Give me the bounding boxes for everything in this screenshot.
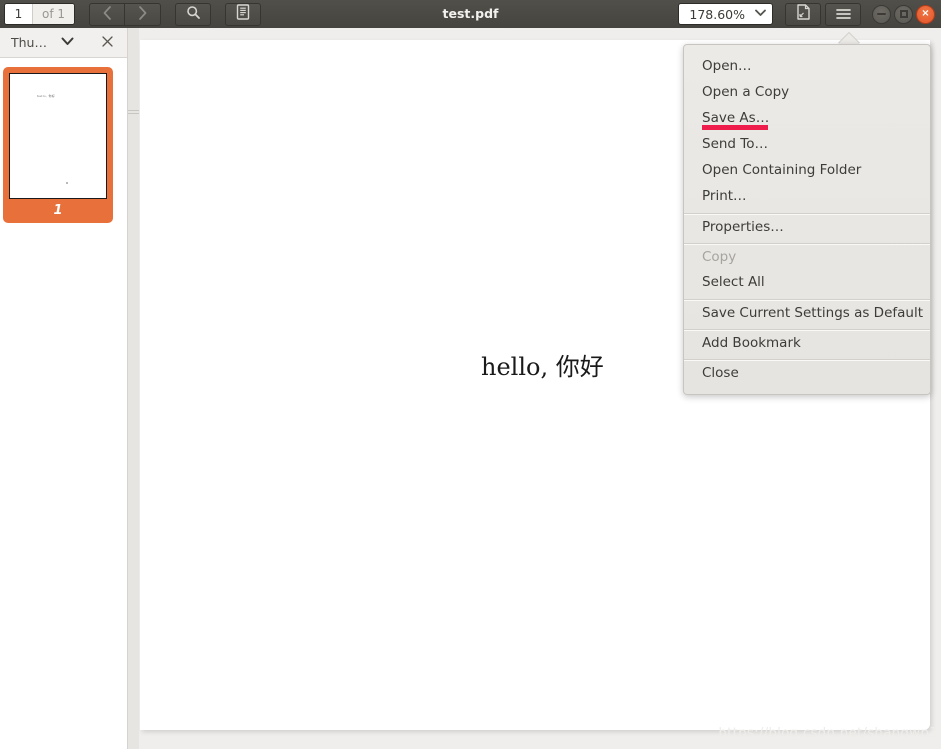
document-body-text: hello, 你好 bbox=[481, 353, 604, 381]
page-fit-icon bbox=[796, 4, 811, 24]
chevron-right-icon bbox=[138, 5, 147, 24]
menu-item-label: Send To… bbox=[702, 136, 769, 152]
menu-item-label: Open Containing Folder bbox=[702, 162, 862, 178]
search-button[interactable] bbox=[175, 2, 212, 26]
toolbar-right: 178.60% × bbox=[678, 0, 941, 28]
menu-item-open-containing-folder[interactable]: Open Containing Folder bbox=[684, 157, 930, 183]
save-as-annotation-underline bbox=[702, 125, 768, 130]
thumbnail-list: hello, 你好 1 bbox=[0, 58, 127, 223]
search-icon bbox=[186, 5, 201, 24]
menu-item-close[interactable]: Close bbox=[684, 359, 930, 385]
menu-item-add-bookmark[interactable]: Add Bookmark bbox=[684, 329, 930, 355]
view-mode-button[interactable] bbox=[785, 2, 821, 26]
menu-item-open-a-copy[interactable]: Open a Copy bbox=[684, 79, 930, 105]
page-number-input[interactable]: 1 bbox=[5, 4, 33, 24]
annotations-button[interactable] bbox=[225, 2, 262, 26]
menu-item-save-current-settings-as-default[interactable]: Save Current Settings as Default bbox=[684, 299, 930, 325]
minimize-icon bbox=[877, 13, 886, 15]
hamburger-menu-icon bbox=[835, 5, 851, 24]
sidebar: Thu… hello, 你好 1 bbox=[0, 28, 128, 749]
page-nav-buttons bbox=[89, 2, 162, 26]
menu-item-send-to[interactable]: Send To… bbox=[684, 131, 930, 157]
menu-item-label: Save Current Settings as Default bbox=[702, 305, 924, 321]
zoom-value: 178.60% bbox=[689, 6, 745, 22]
evince-window: 1 of 1 test.pdf 178.60% × Thu… hello, 你好… bbox=[0, 0, 941, 749]
sidebar-chevron-down-icon[interactable] bbox=[61, 37, 74, 49]
thumbnail-preview-mark bbox=[66, 182, 68, 184]
maximize-button[interactable] bbox=[894, 4, 913, 24]
splitter-grip-line-2 bbox=[128, 113, 139, 114]
thumbnail-preview-text: hello, 你好 bbox=[37, 94, 56, 98]
menu-item-select-all[interactable]: Select All bbox=[684, 269, 930, 295]
menu-item-label: Add Bookmark bbox=[702, 335, 801, 351]
menu-item-properties[interactable]: Properties… bbox=[684, 213, 930, 239]
sidebar-title: Thu… bbox=[11, 35, 47, 50]
menu-item-open[interactable]: Open… bbox=[684, 53, 930, 79]
titlebar: 1 of 1 test.pdf 178.60% × bbox=[0, 0, 941, 28]
thumbnail-item-1[interactable]: hello, 你好 1 bbox=[3, 67, 113, 223]
menu-item-label: Save As… bbox=[702, 110, 770, 126]
menu-item-label: Open… bbox=[702, 58, 752, 74]
thumbnail-page-label: 1 bbox=[53, 203, 63, 218]
zoom-select[interactable]: 178.60% bbox=[678, 3, 773, 25]
close-button[interactable]: × bbox=[916, 4, 935, 24]
menu-item-print[interactable]: Print… bbox=[684, 183, 930, 209]
menu-item-label: Print… bbox=[702, 188, 747, 204]
menu-item-label: Select All bbox=[702, 274, 765, 290]
window-controls: × bbox=[869, 4, 935, 24]
menu-item-label: Open a Copy bbox=[702, 84, 790, 100]
maximize-icon bbox=[899, 10, 908, 18]
main-menu-popup: Open… Open a Copy Save As… Send To… Open… bbox=[683, 44, 931, 395]
menu-item-label: Close bbox=[702, 365, 739, 381]
toolbar-left: 1 of 1 bbox=[0, 2, 262, 26]
minimize-button[interactable] bbox=[872, 4, 891, 24]
notes-icon bbox=[236, 4, 250, 24]
thumbnail-page-preview: hello, 你好 bbox=[9, 73, 107, 199]
close-icon: × bbox=[921, 8, 930, 19]
sidebar-header: Thu… bbox=[0, 28, 127, 58]
menu-pointer-arrow bbox=[838, 33, 860, 44]
page-total-label: of 1 bbox=[33, 4, 75, 24]
sidebar-splitter[interactable] bbox=[128, 28, 139, 749]
page-entry[interactable]: 1 of 1 bbox=[4, 3, 76, 25]
menu-item-copy: Copy bbox=[684, 243, 930, 269]
previous-page-button[interactable] bbox=[89, 2, 126, 26]
next-page-button[interactable] bbox=[125, 2, 162, 26]
watermark-text: https://blog.csdn.net/shangwp3 bbox=[718, 725, 938, 741]
sidebar-close-icon[interactable] bbox=[102, 35, 113, 50]
menu-item-label: Copy bbox=[702, 249, 737, 265]
main-menu-button[interactable] bbox=[825, 2, 861, 26]
splitter-grip-line bbox=[128, 110, 139, 111]
menu-item-label: Properties… bbox=[702, 219, 784, 235]
chevron-left-icon bbox=[103, 5, 112, 24]
chevron-down-icon bbox=[755, 9, 766, 20]
menu-item-save-as[interactable]: Save As… bbox=[684, 105, 930, 131]
